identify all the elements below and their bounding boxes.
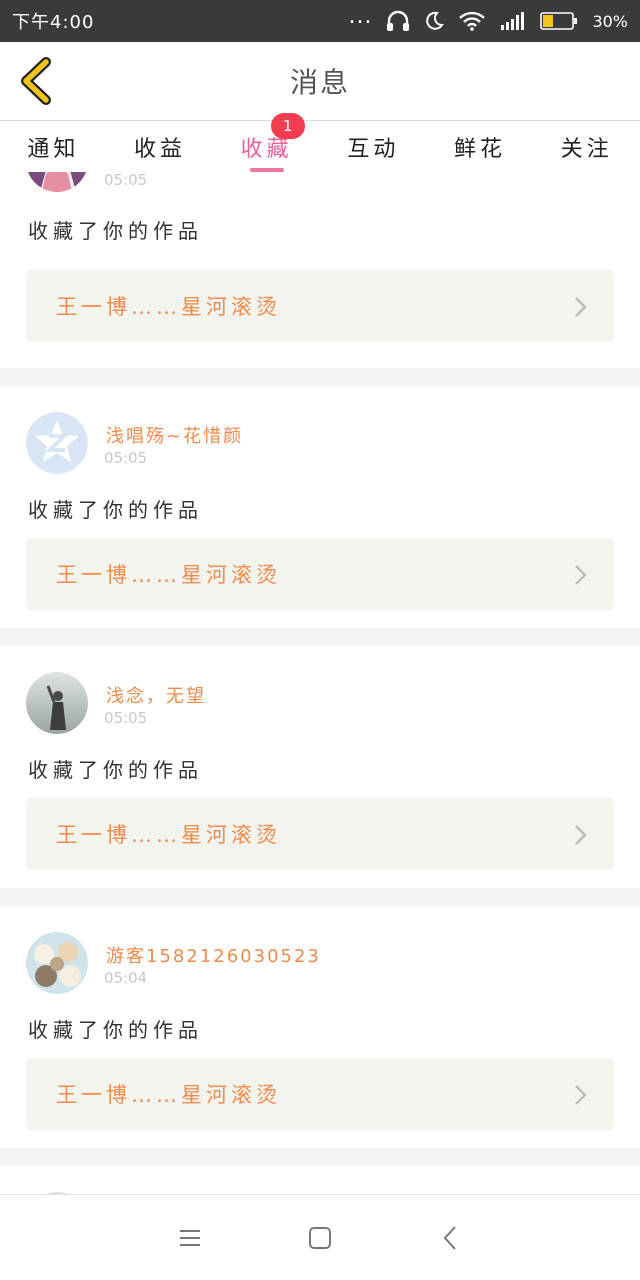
chevron-right-icon (575, 297, 587, 317)
menu-button[interactable] (170, 1218, 210, 1258)
work-link[interactable]: 王一博……星河滚烫 (26, 1058, 614, 1130)
work-title: 王一博……星河滚烫 (56, 563, 281, 587)
chevron-right-icon (575, 1085, 587, 1105)
headphones-icon (387, 10, 410, 31)
tab-earnings[interactable]: 收益 (107, 121, 214, 172)
system-nav-bar (0, 1194, 640, 1280)
message-action: 收藏了你的作品 (28, 219, 203, 243)
menu-icon (180, 1229, 200, 1246)
cartoon-cats-avatar-icon (26, 932, 88, 994)
moon-icon (426, 11, 445, 30)
tab-favorites[interactable]: 收藏 1 (213, 113, 320, 172)
default-z-avatar-icon (26, 412, 88, 474)
tab-interactions[interactable]: 互动 (320, 121, 427, 172)
work-link[interactable]: 王一博……星河滚烫 (26, 270, 614, 342)
app-header: 消息 (0, 42, 640, 120)
message-time: 05:04 (104, 969, 148, 987)
message-action: 收藏了你的作品 (28, 1018, 203, 1042)
status-icons: ... 30% (348, 6, 628, 32)
page-title: 消息 (289, 66, 350, 99)
battery-icon (540, 12, 578, 30)
tab-label: 鲜花 (454, 136, 507, 162)
message-card (0, 1166, 640, 1194)
chevron-left-icon (21, 57, 51, 105)
avatar[interactable] (26, 172, 88, 192)
message-action: 收藏了你的作品 (28, 498, 203, 522)
message-card: 游客1582126030523 05:04 收藏了你的作品 王一博……星河滚烫 (0, 906, 640, 1148)
message-card: 05:05 收藏了你的作品 王一博……星河滚烫 (0, 172, 640, 368)
tab-label: 关注 (560, 136, 613, 162)
back-arrow-icon (443, 1225, 456, 1250)
home-square-icon (309, 1226, 331, 1249)
username[interactable]: 浅念，无望 (106, 682, 206, 708)
system-back-button[interactable] (430, 1218, 470, 1258)
message-time: 05:05 (104, 449, 148, 467)
avatar[interactable] (26, 672, 88, 734)
work-link[interactable]: 王一博……星河滚烫 (26, 798, 614, 870)
back-button[interactable] (14, 56, 58, 106)
username[interactable]: 浅唱殇~花惜颜 (106, 422, 243, 448)
status-bar: 下午4:00 ... 30% (0, 0, 640, 42)
avatar[interactable] (26, 412, 88, 474)
anime-girl-avatar-icon (26, 172, 88, 192)
work-title: 王一博……星河滚烫 (56, 823, 281, 847)
home-button[interactable] (300, 1218, 340, 1258)
message-action: 收藏了你的作品 (28, 758, 203, 782)
message-time: 05:05 (104, 172, 148, 189)
notification-dots: ... (348, 4, 373, 29)
work-title: 王一博……星河滚烫 (56, 295, 281, 319)
message-time: 05:05 (104, 709, 148, 727)
work-title: 王一博……星河滚烫 (56, 1083, 281, 1107)
wifi-icon (459, 11, 486, 31)
message-list[interactable]: 05:05 收藏了你的作品 王一博……星河滚烫 浅唱殇~花惜颜 05:05 收藏… (0, 172, 640, 1194)
unread-badge: 1 (270, 113, 305, 139)
chevron-right-icon (575, 565, 587, 585)
work-link[interactable]: 王一博……星河滚烫 (26, 538, 614, 610)
message-card: 浅念，无望 05:05 收藏了你的作品 王一博……星河滚烫 (0, 646, 640, 888)
tab-flowers[interactable]: 鲜花 (427, 121, 534, 172)
tab-label: 收益 (134, 136, 187, 162)
avatar[interactable] (26, 932, 88, 994)
tab-label: 通知 (27, 136, 80, 162)
message-card: 浅唱殇~花惜颜 05:05 收藏了你的作品 王一博……星河滚烫 (0, 386, 640, 628)
girl-photo-avatar-icon (26, 672, 88, 734)
tab-follows[interactable]: 关注 (533, 121, 640, 172)
tab-notifications[interactable]: 通知 (0, 121, 107, 172)
tab-label: 互动 (347, 136, 400, 162)
signal-icon (501, 12, 525, 30)
battery-percent: 30% (592, 11, 628, 31)
tab-bar: 通知 收益 收藏 1 互动 鲜花 关注 (0, 113, 640, 172)
chevron-right-icon (575, 825, 587, 845)
status-time: 下午4:00 (12, 12, 95, 33)
username[interactable]: 游客1582126030523 (106, 942, 321, 968)
